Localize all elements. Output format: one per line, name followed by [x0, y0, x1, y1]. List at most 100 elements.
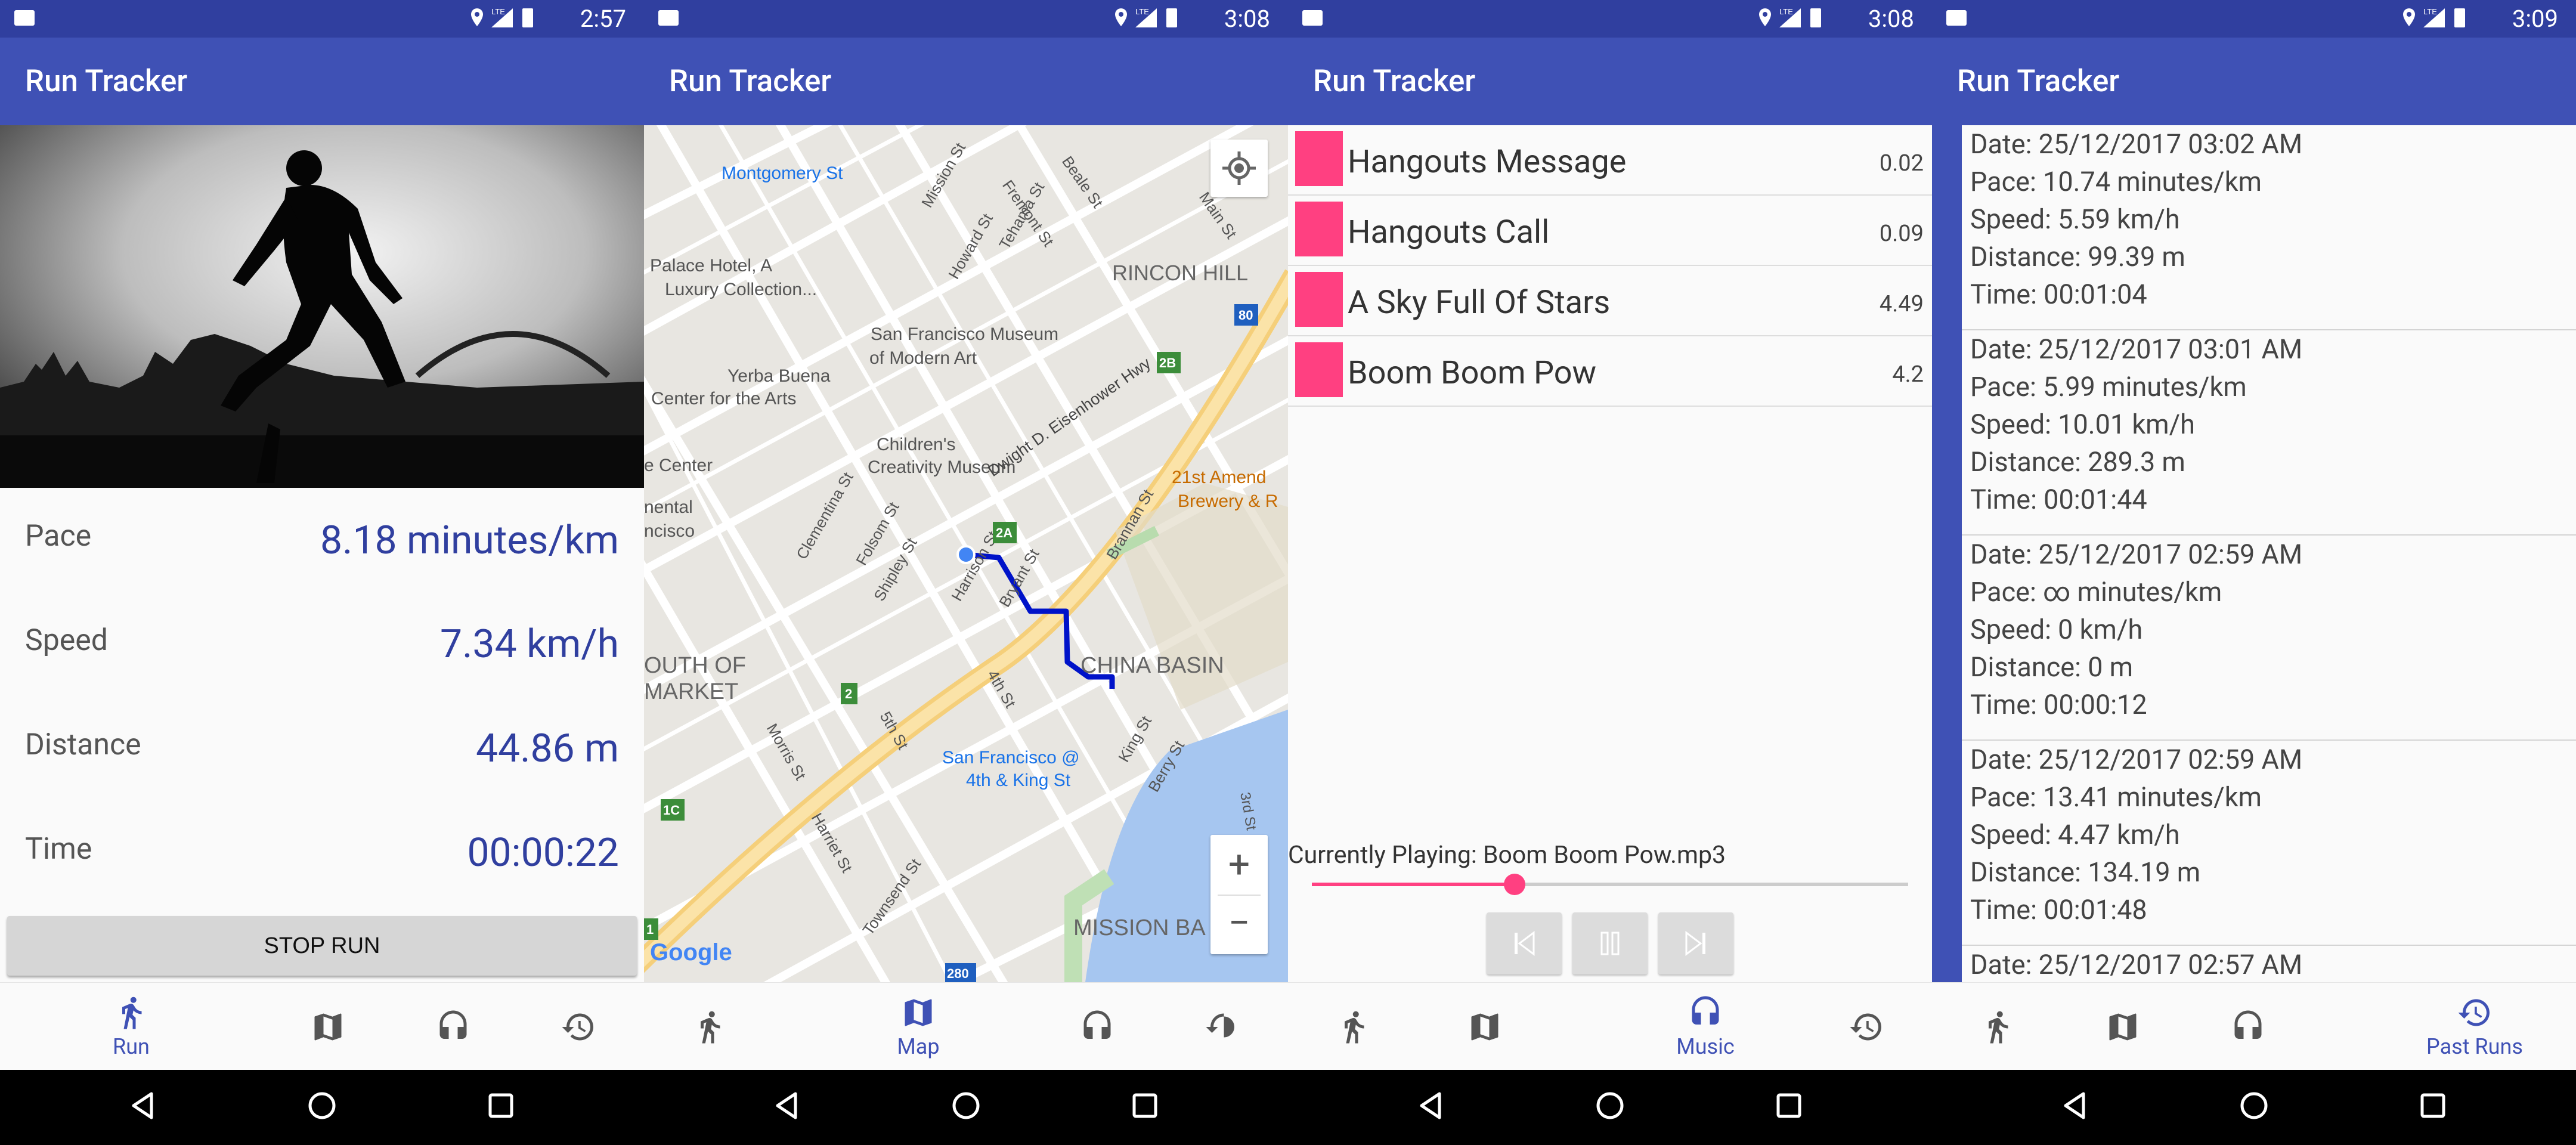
run-icon	[122, 997, 142, 1029]
run-date: Date: 25/12/2017 03:01 AM	[1970, 333, 2303, 365]
run-speed: Speed: 4.47 km/h	[1970, 819, 2180, 850]
tab-run[interactable]: Run	[89, 983, 173, 1070]
status-time: 3:08	[1224, 5, 1270, 33]
status-icons: LTE	[1759, 7, 1821, 27]
run-pace: Pace: 5.99 minutes/km	[1970, 371, 2247, 403]
recents-icon[interactable]	[1127, 1088, 1163, 1124]
pace-value: 8.18 minutes/km	[320, 518, 619, 564]
app-bar: Run Tracker	[0, 38, 644, 125]
previous-button[interactable]	[1487, 912, 1562, 974]
tab-music[interactable]: Music	[1652, 983, 1759, 1070]
zoom-in-button[interactable]: +	[1210, 835, 1268, 895]
tab-run[interactable]	[1324, 983, 1383, 1070]
headphones-icon	[2234, 1010, 2262, 1039]
app-title: Run Tracker	[669, 64, 832, 99]
past-run-item[interactable]: Date: 25/12/2017 02:59 AM Pace: 13.41 mi…	[1932, 741, 2576, 946]
recents-icon[interactable]	[1771, 1088, 1807, 1124]
runner-image	[0, 125, 644, 488]
zoom-out-button[interactable]: −	[1210, 895, 1268, 954]
history-icon	[1206, 1013, 1234, 1037]
run-distance: Distance: 0 m	[1970, 651, 2134, 683]
status-bar: LTE 2:57	[0, 0, 644, 38]
run-date: Date: 25/12/2017 02:57 AM	[1970, 949, 2303, 980]
seek-thumb[interactable]	[1504, 874, 1525, 895]
past-run-item[interactable]: Date: 25/12/2017 03:01 AM Pace: 5.99 min…	[1932, 330, 2576, 536]
bottom-nav: Music	[1288, 982, 1932, 1070]
recents-icon[interactable]	[483, 1088, 519, 1124]
status-time: 3:08	[1868, 5, 1914, 33]
back-icon[interactable]	[769, 1088, 805, 1124]
my-location-button[interactable]	[1210, 140, 1268, 197]
tab-map[interactable]	[298, 983, 358, 1070]
run-distance: Distance: 289.3 m	[1970, 446, 2185, 478]
tab-past-runs[interactable]: Past Runs	[2391, 983, 2558, 1070]
map-view[interactable]: Montgomery St Palace Hotel, A Luxury Coll…	[644, 125, 1288, 982]
recents-icon[interactable]	[2415, 1088, 2451, 1124]
song-item[interactable]: Boom Boom Pow 4.2	[1288, 336, 1932, 407]
tab-music[interactable]	[423, 983, 483, 1070]
stop-run-button[interactable]: STOP RUN	[7, 916, 637, 976]
tab-map[interactable]: Map	[871, 983, 966, 1070]
tab-past-runs[interactable]	[1837, 983, 1896, 1070]
song-title: A Sky Full Of Stars	[1348, 284, 1611, 321]
status-icons: LTE	[1115, 7, 1177, 27]
tab-run[interactable]	[1968, 983, 2027, 1070]
run-distance: Distance: 99.39 m	[1970, 241, 2185, 273]
svg-text:LTE: LTE	[491, 7, 505, 16]
screen-map: LTE 3:08 Run Tracker Montgomery St Palac…	[644, 0, 1288, 1145]
svg-text:San Francisco @: San Francisco @	[942, 748, 1080, 768]
past-run-item[interactable]: Date: 25/12/2017 02:59 AM Pace: ∞ minute…	[1932, 536, 2576, 741]
history-icon	[1850, 1013, 1881, 1040]
app-title: Run Tracker	[1313, 64, 1476, 99]
svg-text:e Center: e Center	[644, 456, 713, 475]
song-item[interactable]: Hangouts Call 0.09	[1288, 196, 1932, 266]
tab-music[interactable]	[1067, 983, 1127, 1070]
headphones-icon	[439, 1010, 467, 1039]
pause-button[interactable]	[1572, 912, 1648, 974]
map-canvas: Montgomery St Palace Hotel, A Luxury Coll…	[644, 125, 1288, 982]
past-run-item[interactable]: Date: 25/12/2017 03:02 AM Pace: 10.74 mi…	[1932, 125, 2576, 330]
svg-text:2: 2	[845, 686, 852, 701]
home-icon[interactable]	[948, 1088, 984, 1124]
screen-run: LTE 2:57 Run Tracker Pace 8.18 minutes/k…	[0, 0, 644, 1145]
svg-text:of Modern Art: of Modern Art	[869, 348, 977, 368]
speed-label: Speed	[25, 623, 108, 658]
system-nav-bar	[1288, 1070, 1932, 1145]
song-item[interactable]: Hangouts Message 0.02	[1288, 125, 1932, 196]
song-duration: 0.02	[1879, 150, 1924, 177]
status-bar: LTE 3:08	[644, 0, 1288, 38]
home-icon[interactable]	[2236, 1088, 2272, 1124]
home-icon[interactable]	[1592, 1088, 1628, 1124]
run-date: Date: 25/12/2017 02:59 AM	[1970, 744, 2303, 775]
tab-past-runs[interactable]	[549, 983, 608, 1070]
map-icon	[905, 999, 932, 1026]
back-icon[interactable]	[1413, 1088, 1449, 1124]
run-speed: Speed: 5.59 km/h	[1970, 203, 2180, 235]
run-pace: Pace: 13.41 minutes/km	[1970, 781, 2262, 813]
song-item[interactable]: A Sky Full Of Stars 4.49	[1288, 266, 1932, 336]
svg-text:CHINA BASIN: CHINA BASIN	[1080, 653, 1224, 678]
back-icon[interactable]	[2057, 1088, 2093, 1124]
tab-music[interactable]	[2218, 983, 2278, 1070]
map-icon	[314, 1013, 342, 1040]
app-title: Run Tracker	[1957, 64, 2120, 99]
tab-map[interactable]	[2093, 983, 2153, 1070]
status-time: 3:09	[2512, 5, 2558, 33]
svg-text:80: 80	[1239, 308, 1253, 323]
song-art	[1295, 202, 1343, 256]
screen-music: LTE 3:08 Run Tracker Hangouts Message 0.…	[1288, 0, 1932, 1145]
tab-map[interactable]	[1455, 983, 1515, 1070]
status-icons: LTE	[2403, 7, 2465, 27]
history-icon	[562, 1013, 593, 1040]
past-runs-list: Date: 25/12/2017 03:02 AM Pace: 10.74 mi…	[1932, 125, 2576, 982]
seek-bar[interactable]	[1312, 874, 1908, 895]
tab-past-runs[interactable]	[1193, 983, 1252, 1070]
past-run-item[interactable]: Date: 25/12/2017 02:57 AM	[1932, 946, 2576, 982]
svg-text:Luxury Collection...: Luxury Collection...	[665, 280, 817, 299]
back-icon[interactable]	[125, 1088, 161, 1124]
next-button[interactable]	[1658, 912, 1733, 974]
run-time: Time: 00:01:44	[1970, 484, 2147, 515]
tab-run[interactable]	[680, 983, 739, 1070]
song-duration: 4.2	[1892, 361, 1924, 388]
home-icon[interactable]	[304, 1088, 340, 1124]
